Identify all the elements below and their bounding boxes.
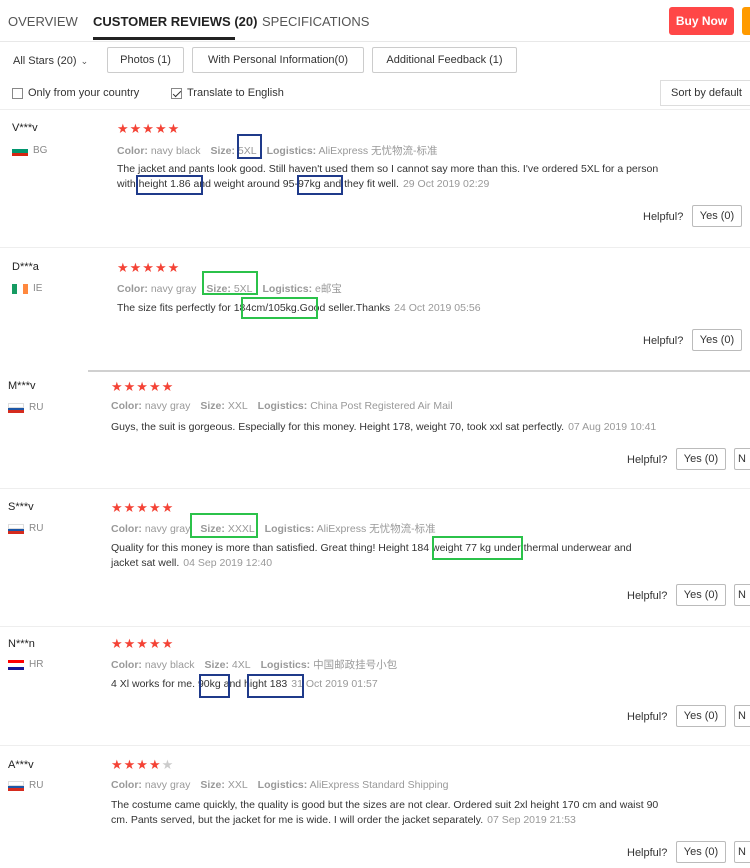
review-meta: Color: navy gray Size: XXL Logistics: Chin… (111, 400, 453, 412)
translate-label: Translate to English (187, 87, 284, 99)
helpful-no-button[interactable]: N (734, 841, 750, 863)
flag-bg-icon (12, 146, 28, 156)
own-country-label: Only from your country (28, 87, 140, 99)
divider (0, 626, 750, 627)
divider (88, 370, 750, 372)
sort-dropdown[interactable]: Sort by default (660, 80, 750, 106)
checkbox-checked-icon (171, 87, 182, 99)
reviewer-country: IE (33, 283, 43, 294)
reviewer-country: BG (33, 145, 48, 156)
highlight-height (136, 175, 203, 195)
flag-hr-icon (8, 660, 24, 670)
star-rating: ★★★★★ (111, 500, 175, 515)
active-tab-indicator (93, 37, 235, 40)
star-rating: ★★★★★ (111, 757, 175, 772)
photos-filter-button[interactable]: Photos (1) (107, 47, 184, 73)
helpful-yes-button[interactable]: Yes (0) (676, 841, 726, 863)
helpful-label: Helpful? (643, 335, 684, 347)
tab-customer-reviews[interactable]: CUSTOMER REVIEWS (20) (93, 14, 257, 29)
own-country-checkbox[interactable]: Only from your country (12, 87, 139, 99)
divider (0, 109, 750, 110)
review-text: The jacket and pants look good. Still ha… (117, 163, 659, 190)
helpful-no-button[interactable]: N (734, 584, 750, 606)
helpful-yes-button[interactable]: Yes (0) (692, 329, 742, 351)
star-rating: ★★★★★ (111, 636, 175, 651)
buy-now-button[interactable]: Buy Now (669, 7, 734, 35)
helpful-no-button[interactable]: N (734, 448, 750, 470)
review-meta: Color: navy black Size: 4XL Logistics: 中国邮… (111, 659, 398, 671)
highlight-height (247, 674, 304, 698)
divider (0, 745, 750, 746)
tab-specifications[interactable]: SPECIFICATIONS (262, 14, 369, 29)
helpful-label: Helpful? (643, 211, 684, 223)
helpful-label: Helpful? (627, 847, 668, 859)
review-meta: Color: navy gray Size: XXXL Logistics: Ali… (111, 523, 436, 535)
reviewer-name: M***v (8, 380, 36, 392)
review-text: The size fits perfectly for 184cm/105kg.… (117, 302, 481, 314)
checkbox-icon (12, 87, 23, 99)
reviewer-country: HR (29, 659, 44, 670)
star-rating: ★★★★★ (117, 260, 181, 275)
highlight-height-weight (241, 297, 318, 319)
flag-ru-icon (8, 403, 24, 414)
highlight-size (237, 134, 262, 159)
reviewer-country: RU (29, 523, 44, 534)
additional-feedback-filter-button[interactable]: Additional Feedback (1) (372, 47, 517, 73)
review-text: Guys, the suit is gorgeous. Especially f… (111, 421, 657, 433)
flag-ru-icon (8, 524, 24, 535)
helpful-label: Helpful? (627, 711, 668, 723)
stars-filter-dropdown[interactable]: All Stars (20) ⌄ (13, 55, 88, 67)
review-meta: Color: navy gray Size: XXL Logistics: AliE… (111, 779, 449, 791)
helpful-yes-button[interactable]: Yes (0) (676, 705, 726, 727)
reviewer-name: V***v (12, 122, 38, 134)
stars-filter-label: All Stars (20) (13, 55, 77, 67)
star-rating: ★★★★★ (117, 121, 181, 136)
helpful-label: Helpful? (627, 590, 668, 602)
highlight-weight (199, 674, 230, 698)
reviewer-country: RU (29, 402, 44, 413)
helpful-yes-button[interactable]: Yes (0) (676, 584, 726, 606)
review-text: Quality for this money is more than sati… (111, 542, 632, 569)
translate-checkbox[interactable]: Translate to English (171, 87, 284, 99)
star-rating: ★★★★★ (111, 379, 175, 394)
add-to-cart-button-edge[interactable] (742, 7, 750, 35)
reviewer-name: N***n (8, 638, 35, 650)
review-meta: Color: navy black Size: 5XL Logistics: Ali… (117, 145, 438, 157)
helpful-yes-button[interactable]: Yes (0) (676, 448, 726, 470)
divider (0, 488, 750, 489)
review-text: The costume came quickly, the quality is… (111, 799, 659, 826)
flag-ie-icon (12, 284, 28, 294)
divider (0, 247, 750, 248)
personal-info-filter-button[interactable]: With Personal Information(0) (192, 47, 364, 73)
helpful-label: Helpful? (627, 454, 668, 466)
highlight-size (202, 271, 258, 295)
tab-overview[interactable]: OVERVIEW (8, 14, 78, 29)
highlight-height-weight (432, 536, 523, 560)
reviewer-name: S***v (8, 501, 34, 513)
reviewer-name: A***v (8, 759, 34, 771)
highlight-size (190, 513, 258, 538)
highlight-weight (297, 175, 343, 195)
reviewer-name: D***a (12, 261, 39, 273)
helpful-no-button[interactable]: N (734, 705, 750, 727)
helpful-yes-button[interactable]: Yes (0) (692, 205, 742, 227)
chevron-down-icon: ⌄ (80, 56, 89, 66)
flag-ru-icon (8, 781, 24, 792)
reviewer-country: RU (29, 780, 44, 791)
tab-bar: OVERVIEW CUSTOMER REVIEWS (20) SPECIFICA… (0, 0, 750, 42)
